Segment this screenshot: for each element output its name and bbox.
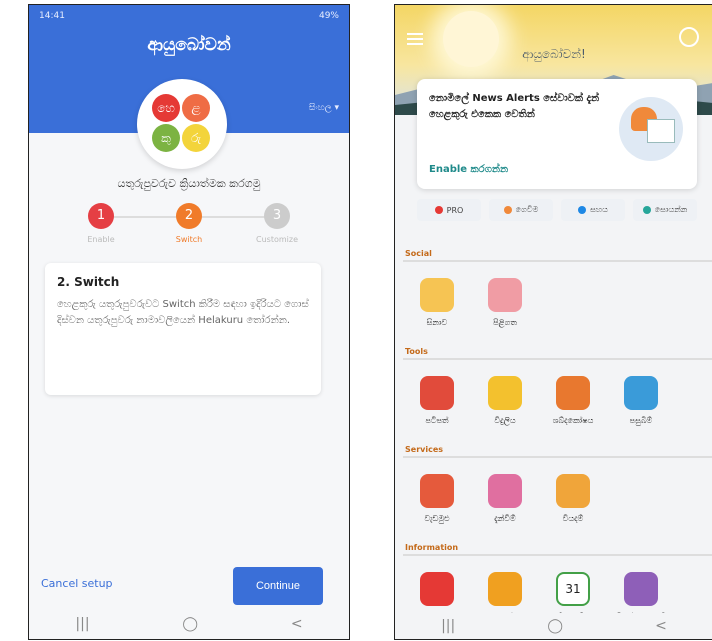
app-icon: [556, 474, 590, 508]
news-alert-card[interactable]: නොමිලේ News Alerts සේවාවක් දැන් හෙළකුරු …: [417, 79, 697, 189]
app-tile[interactable]: පිළිගත: [471, 278, 539, 328]
step-label: Customize: [256, 235, 298, 244]
app-label: ශබ්දකෝෂය: [552, 416, 594, 425]
instruction-card: 2. Switch හෙළකුරු යතුරුපුවරුවට Switch කි…: [45, 263, 321, 395]
app-tile[interactable]: සිනාව: [403, 278, 471, 328]
section-services: Services වැඩමුළු දැන්වීම් වියදම්: [403, 445, 712, 524]
chip-payment[interactable]: ගෙවීම: [489, 199, 553, 221]
app-icon: [624, 572, 658, 606]
home-icon[interactable]: ◯: [547, 618, 563, 634]
status-battery: 49%: [318, 11, 339, 21]
app-label: පටිපත්: [425, 416, 449, 425]
status-time: 14:41: [39, 11, 65, 21]
app-icon: [488, 376, 522, 410]
page-title: ආයුබෝවන්: [147, 35, 231, 55]
step-number: 3: [264, 203, 290, 229]
app-icon: [488, 474, 522, 508]
app-label: දැන්වීම්: [494, 514, 516, 523]
cancel-setup-link[interactable]: Cancel setup: [41, 577, 113, 590]
card-body: හෙළකුරු යතුරුපුවරුවට Switch කිරීම සඳහා ඉ…: [57, 299, 309, 326]
home-phone-screen: ආයුබෝවන්! නොමිලේ News Alerts සේවාවක් දැන…: [394, 4, 712, 640]
app-tile[interactable]: පසුබිම්: [607, 376, 675, 426]
logo-part: ළ: [182, 94, 210, 122]
app-tile[interactable]: ශබ්දකෝෂය: [539, 376, 607, 426]
section-title: Services: [405, 445, 444, 454]
setup-stepper: 1 Enable 2 Switch 3 Customize: [69, 203, 309, 251]
app-icon: 31: [556, 572, 590, 606]
enable-alerts-link[interactable]: Enable කරගන්න: [429, 164, 508, 175]
recent-apps-icon[interactable]: |||: [75, 616, 89, 632]
app-tile[interactable]: පටිපත්: [403, 376, 471, 426]
logo-part: කු: [152, 124, 180, 152]
user-icon[interactable]: [679, 27, 699, 47]
calendar-day: 31: [565, 582, 581, 596]
app-label: වැඩමුළු: [424, 514, 450, 523]
alert-text: නොමිලේ News Alerts සේවාවක් දැන් හෙළකුරු …: [429, 93, 600, 120]
status-bar: 14:41 49%: [29, 11, 349, 25]
app-label: පසුබිම්: [629, 416, 653, 425]
app-icon: [488, 278, 522, 312]
page-title: ආයුබෝවන්!: [522, 47, 586, 61]
logo-part: හෙ: [152, 94, 180, 122]
app-label: විදුලිය: [494, 416, 516, 425]
section-social: Social සිනාව පිළිගත: [403, 249, 712, 328]
section-title: Social: [405, 249, 432, 258]
setup-subtitle: යතුරුපුවරුව ක්‍රියාත්මක කරගමු: [117, 177, 261, 190]
app-label: වියදම්: [562, 514, 584, 523]
app-icon: [420, 572, 454, 606]
quick-actions: PRO ගෙවීම සහය සොයන්න: [417, 199, 703, 221]
pro-icon: [434, 206, 443, 214]
app-label: පිළිගත: [493, 318, 517, 327]
chip-help[interactable]: සහය: [561, 199, 625, 221]
chip-search[interactable]: සොයන්න: [633, 199, 697, 221]
app-icon: [556, 376, 590, 410]
home-icon[interactable]: ◯: [182, 616, 198, 632]
step-number: 2: [176, 203, 202, 229]
app-label: සිනාව: [426, 318, 448, 327]
app-icon: [488, 572, 522, 606]
chip-pro[interactable]: PRO: [417, 199, 481, 221]
app-icon: [420, 278, 454, 312]
helakuru-logo: හෙ ළ කු රු: [137, 79, 227, 169]
section-information: Information අවකාශග්‍රහ ලෝකය31නිවාඩු දිනව…: [403, 543, 712, 622]
section-title: Tools: [405, 347, 428, 356]
android-nav-bar: ||| ◯ <: [395, 613, 712, 639]
back-icon[interactable]: <: [655, 618, 667, 634]
language-dropdown[interactable]: සිංහල ▾: [309, 103, 339, 113]
section-tools: Tools පටිපත් විදුලිය ශබ්දකෝෂය පසුබිම්: [403, 347, 712, 426]
help-icon: [578, 206, 587, 214]
back-icon[interactable]: <: [291, 616, 303, 632]
continue-button[interactable]: Continue: [233, 567, 323, 605]
step-label: Switch: [175, 235, 203, 244]
app-icon: [420, 376, 454, 410]
app-tile[interactable]: දැන්වීම්: [471, 474, 539, 524]
step-number: 1: [88, 203, 114, 229]
step-customize[interactable]: 3 Customize: [245, 203, 309, 244]
search-icon: [642, 206, 651, 214]
recent-apps-icon[interactable]: |||: [441, 618, 455, 634]
section-title: Information: [405, 543, 459, 552]
bell-icon: [619, 97, 683, 161]
card-heading: 2. Switch: [57, 275, 120, 289]
step-label: Enable: [87, 235, 115, 244]
menu-icon[interactable]: [407, 33, 423, 45]
app-icon: [420, 474, 454, 508]
app-tile[interactable]: වියදම්: [539, 474, 607, 524]
setup-phone-screen: 14:41 49% ආයුබෝවන් සිංහල ▾ හෙ ළ කු රු යත…: [28, 4, 350, 640]
android-nav-bar: ||| ◯ <: [29, 609, 349, 639]
app-tile[interactable]: වැඩමුළු: [403, 474, 471, 524]
step-switch[interactable]: 2 Switch: [157, 203, 221, 244]
card-icon: [503, 206, 512, 214]
app-icon: [624, 376, 658, 410]
app-tile[interactable]: විදුලිය: [471, 376, 539, 426]
step-enable[interactable]: 1 Enable: [69, 203, 133, 244]
logo-part: රු: [182, 124, 210, 152]
